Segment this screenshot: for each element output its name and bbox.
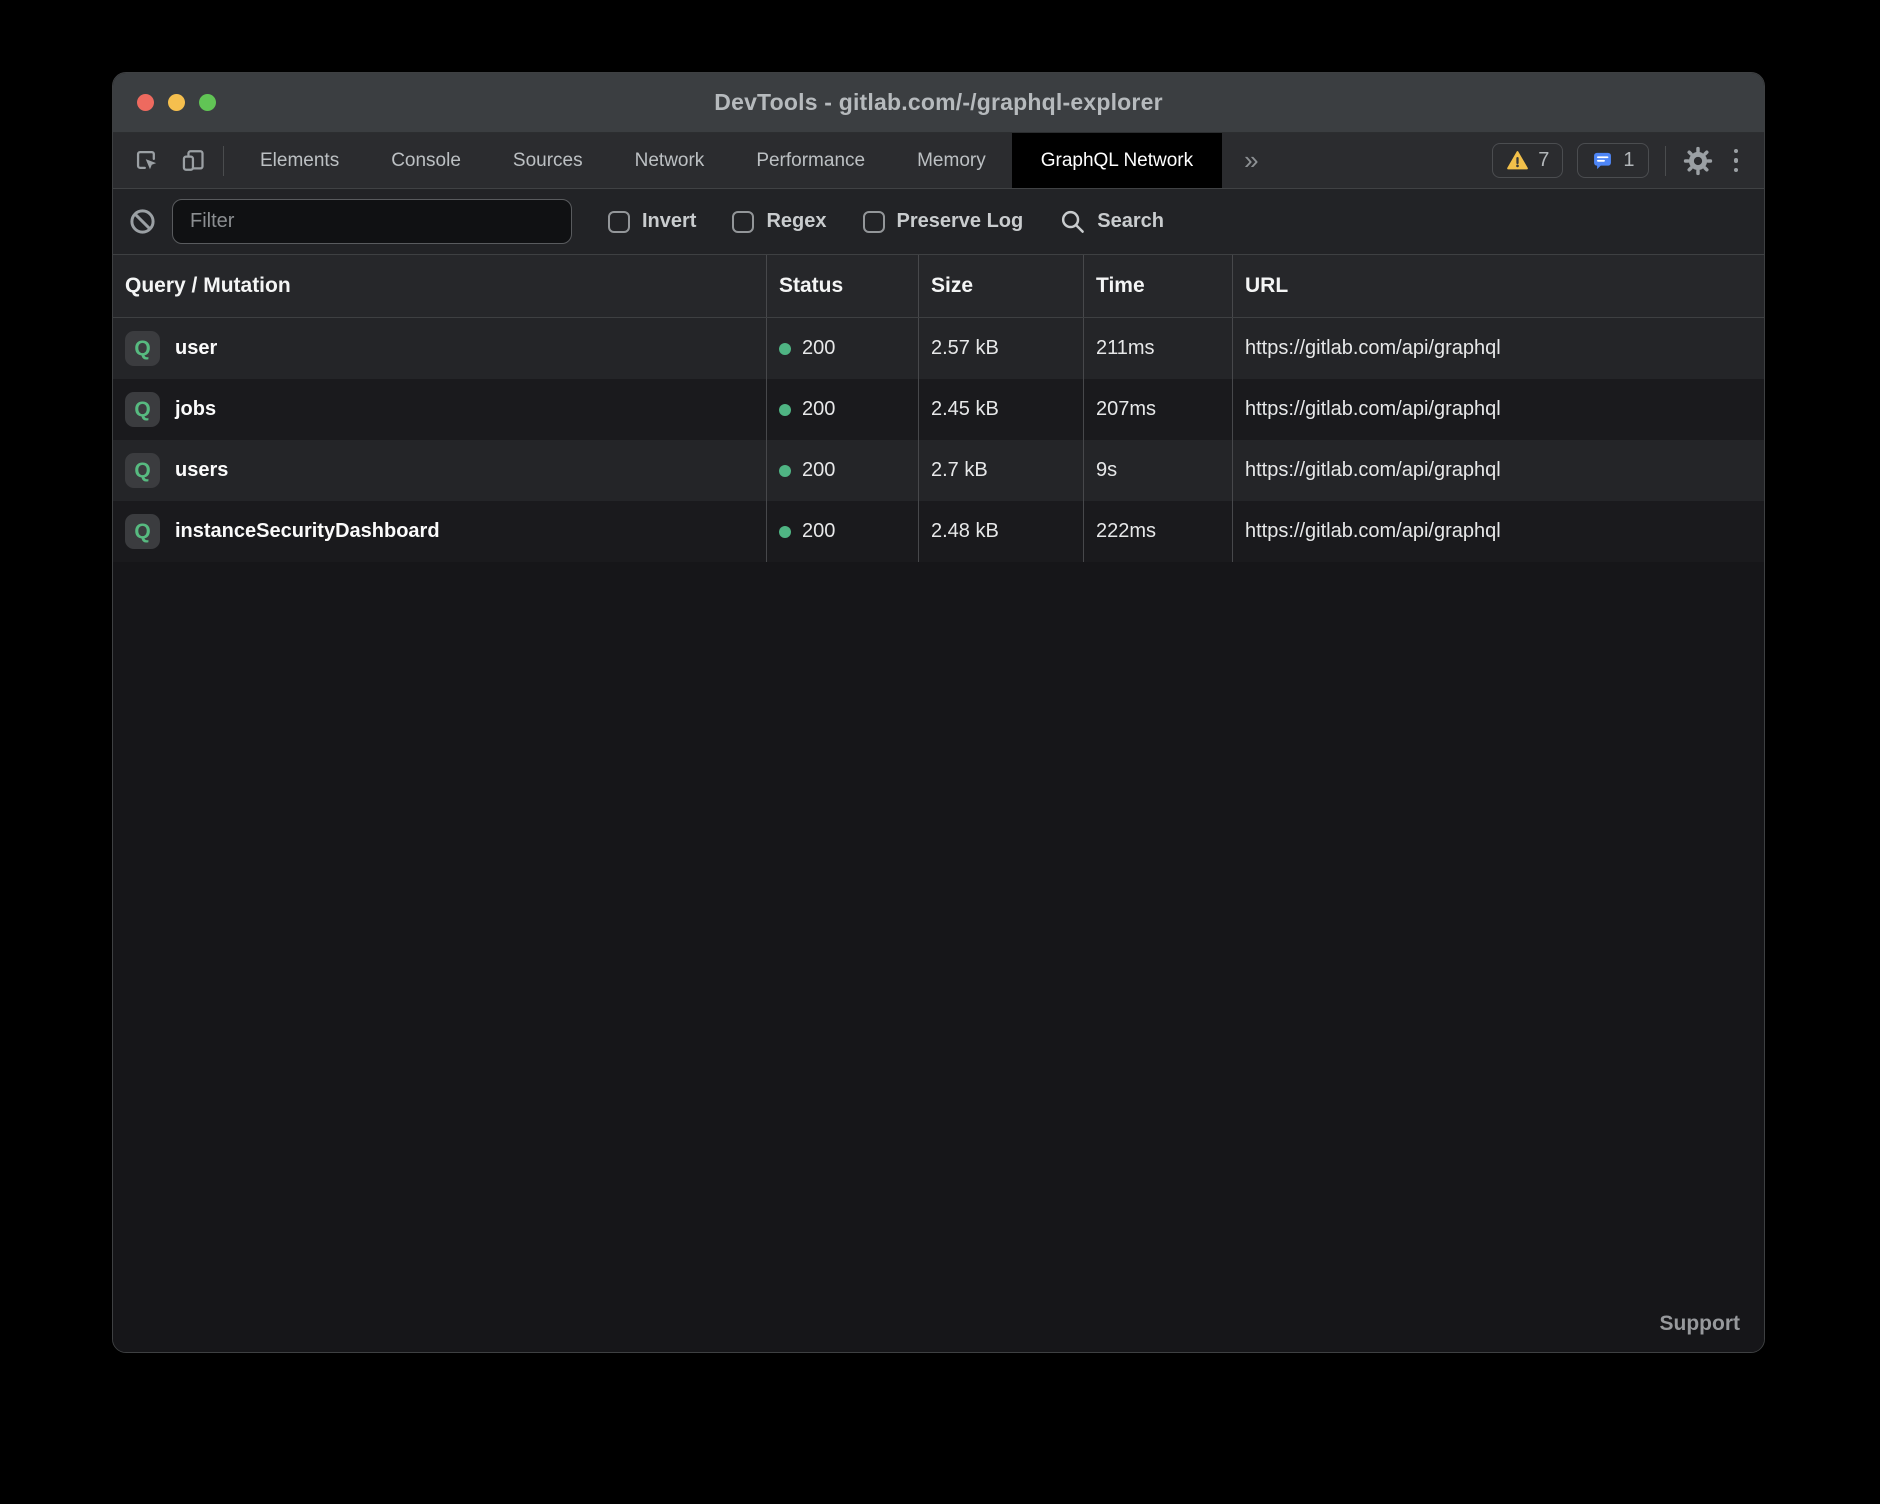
- device-toolbar-icon[interactable]: [180, 147, 207, 174]
- table-header: Query / Mutation Status Size Time URL: [113, 255, 1764, 318]
- issues-count: 1: [1623, 149, 1634, 172]
- toolbar-right-group: 7 1: [1492, 133, 1764, 188]
- invert-checkbox-group[interactable]: Invert: [608, 210, 696, 233]
- tab-performance[interactable]: Performance: [730, 133, 891, 188]
- request-size: 2.48 kB: [918, 501, 1083, 562]
- toolbar-separator: [1665, 146, 1666, 176]
- status-code: 200: [802, 520, 835, 543]
- request-name: user: [175, 337, 217, 360]
- request-size: 2.7 kB: [918, 440, 1083, 501]
- more-tabs-button[interactable]: »: [1222, 133, 1280, 188]
- query-type-badge: Q: [125, 392, 160, 427]
- preserve-log-label: Preserve Log: [897, 210, 1024, 233]
- invert-label: Invert: [642, 210, 696, 233]
- preserve-log-checkbox: [863, 211, 885, 233]
- regex-label: Regex: [766, 210, 826, 233]
- tab-memory[interactable]: Memory: [891, 133, 1012, 188]
- column-header-time: Time: [1083, 255, 1232, 317]
- clear-log-icon[interactable]: [127, 206, 158, 237]
- tab-network[interactable]: Network: [609, 133, 731, 188]
- regex-checkbox: [732, 211, 754, 233]
- tab-console[interactable]: Console: [365, 133, 487, 188]
- titlebar: DevTools - gitlab.com/-/graphql-explorer: [113, 73, 1764, 133]
- status-ok-dot: [779, 526, 791, 538]
- tab-graphql-network[interactable]: GraphQL Network: [1012, 133, 1222, 188]
- empty-request-area: Support: [113, 562, 1764, 1352]
- request-time: 207ms: [1083, 379, 1232, 440]
- filter-input[interactable]: [172, 199, 572, 244]
- query-type-badge: Q: [125, 331, 160, 366]
- request-url: https://gitlab.com/api/graphql: [1232, 318, 1764, 379]
- column-header-status: Status: [766, 255, 918, 317]
- toolbar-separator: [223, 146, 224, 176]
- request-url: https://gitlab.com/api/graphql: [1232, 440, 1764, 501]
- request-url: https://gitlab.com/api/graphql: [1232, 379, 1764, 440]
- support-link[interactable]: Support: [1660, 1312, 1740, 1336]
- tab-sources[interactable]: Sources: [487, 133, 609, 188]
- gear-icon[interactable]: [1682, 145, 1714, 177]
- request-size: 2.57 kB: [918, 318, 1083, 379]
- devtools-tabbar: Elements Console Sources Network Perform…: [113, 133, 1764, 189]
- inspect-element-icon[interactable]: [133, 147, 160, 174]
- table-row[interactable]: Q users 200 2.7 kB 9s https://gitlab.com…: [113, 440, 1764, 501]
- column-header-size: Size: [918, 255, 1083, 317]
- table-row[interactable]: Q user 200 2.57 kB 211ms https://gitlab.…: [113, 318, 1764, 379]
- status-code: 200: [802, 337, 835, 360]
- window-title: DevTools - gitlab.com/-/graphql-explorer: [113, 89, 1764, 116]
- regex-checkbox-group[interactable]: Regex: [732, 210, 826, 233]
- status-ok-dot: [779, 404, 791, 416]
- status-code: 200: [802, 459, 835, 482]
- invert-checkbox: [608, 211, 630, 233]
- table-row[interactable]: Q jobs 200 2.45 kB 207ms https://gitlab.…: [113, 379, 1764, 440]
- request-time: 211ms: [1083, 318, 1232, 379]
- column-header-url: URL: [1232, 255, 1764, 317]
- query-type-badge: Q: [125, 514, 160, 549]
- request-name: jobs: [175, 398, 216, 421]
- warnings-count: 7: [1538, 149, 1549, 172]
- request-name: users: [175, 459, 228, 482]
- preserve-log-checkbox-group[interactable]: Preserve Log: [863, 210, 1024, 233]
- status-ok-dot: [779, 465, 791, 477]
- kebab-menu-icon[interactable]: [1728, 149, 1745, 173]
- column-header-query-mutation: Query / Mutation: [113, 255, 766, 317]
- chevron-double-right-icon: »: [1244, 145, 1258, 176]
- filter-bar: Invert Regex Preserve Log Search: [113, 189, 1764, 255]
- request-size: 2.45 kB: [918, 379, 1083, 440]
- request-name: instanceSecurityDashboard: [175, 520, 440, 543]
- tab-elements[interactable]: Elements: [234, 133, 365, 188]
- issues-badge[interactable]: 1: [1577, 143, 1648, 178]
- request-time: 9s: [1083, 440, 1232, 501]
- devtools-window: DevTools - gitlab.com/-/graphql-explorer…: [112, 72, 1765, 1353]
- status-ok-dot: [779, 343, 791, 355]
- status-code: 200: [802, 398, 835, 421]
- search-label: Search: [1097, 210, 1164, 233]
- query-type-badge: Q: [125, 453, 160, 488]
- message-bubble-icon: [1591, 149, 1614, 172]
- request-url: https://gitlab.com/api/graphql: [1232, 501, 1764, 562]
- request-time: 222ms: [1083, 501, 1232, 562]
- warning-icon: [1506, 149, 1529, 172]
- search-icon: [1059, 208, 1086, 235]
- toolbar-left-icons: [113, 133, 223, 188]
- warnings-badge[interactable]: 7: [1492, 143, 1563, 178]
- search-button[interactable]: Search: [1059, 208, 1164, 235]
- table-row[interactable]: Q instanceSecurityDashboard 200 2.48 kB …: [113, 501, 1764, 562]
